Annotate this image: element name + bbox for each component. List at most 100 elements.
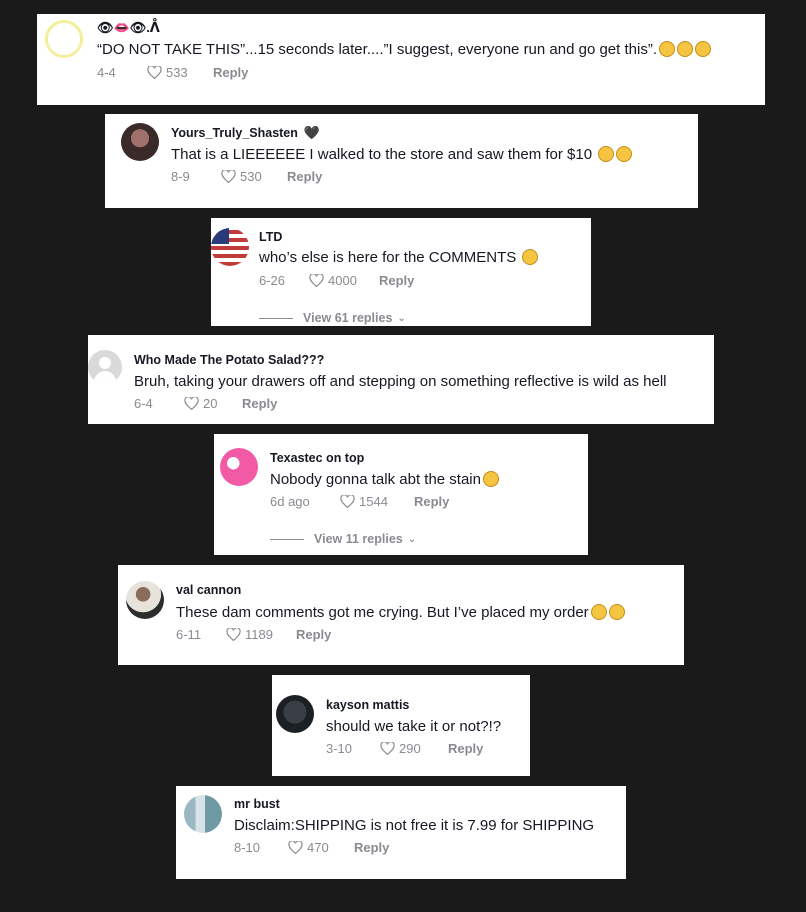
comment-date: 6d ago [270, 494, 310, 509]
like-button[interactable]: 290 [380, 741, 448, 756]
like-count: 1544 [359, 494, 388, 509]
comment-card: mr bust Disclaim:SHIPPING is not free it… [176, 786, 626, 879]
comment-meta: 6-26 4000 Reply [259, 273, 414, 288]
heart-icon [380, 742, 395, 755]
comment-meta: 6-4 20 Reply [134, 396, 277, 411]
comment-meta: 8-10 470 Reply [234, 840, 389, 855]
heart-icon [221, 170, 236, 183]
reply-button[interactable]: Reply [379, 273, 414, 288]
comment-card: LTD who’s else is here for the COMMENTS … [211, 218, 591, 326]
like-count: 4000 [328, 273, 357, 288]
comment-card: kayson mattis should we take it or not?!… [272, 675, 530, 776]
tearful-laughing-emoji-icon [608, 604, 625, 620]
comment-text: That is a LIEEEEEE I walked to the store… [171, 146, 633, 163]
like-count: 533 [166, 65, 188, 80]
laughing-emoji-icon [676, 41, 693, 57]
like-count: 20 [203, 396, 218, 411]
like-button[interactable]: 1189 [226, 627, 296, 642]
comment-meta: 6-11 1189 Reply [176, 627, 331, 642]
user-photo-avatar[interactable] [121, 123, 159, 161]
comment-meta: 4-4 533 Reply [97, 65, 248, 80]
comment-username[interactable]: Texastec on top [270, 451, 364, 465]
like-button[interactable]: 20 [184, 396, 242, 411]
comment-text-content: These dam comments got me crying. But I’… [176, 604, 589, 621]
dark-avatar[interactable] [276, 695, 314, 733]
laughing-emoji-icon [522, 249, 539, 265]
reply-button[interactable]: Reply [448, 741, 483, 756]
like-button[interactable]: 470 [288, 840, 354, 855]
laughing-emoji-icon [694, 41, 711, 57]
reply-button[interactable]: Reply [287, 169, 322, 184]
comment-card: val cannon These dam comments got me cry… [118, 565, 684, 665]
comment-text-content: Nobody gonna talk abt the stain [270, 471, 481, 488]
comment-card: Who Made The Potato Salad??? Bruh, takin… [88, 335, 714, 424]
view-replies-label: View 61 replies [303, 311, 393, 325]
like-count: 1189 [245, 627, 273, 642]
comment-username[interactable]: Who Made The Potato Salad??? [134, 353, 324, 367]
user-photo-avatar[interactable] [184, 795, 222, 833]
reply-button[interactable]: Reply [296, 627, 331, 642]
heart-icon [226, 628, 241, 641]
like-button[interactable]: 530 [221, 169, 287, 184]
view-replies-divider [259, 317, 293, 319]
heart-icon [340, 495, 355, 508]
view-replies-divider [270, 538, 304, 540]
pink-avatar[interactable] [220, 448, 258, 486]
heart-icon [309, 274, 324, 287]
comment-username-text: Yours_Truly_Shasten [171, 126, 298, 140]
comment-username[interactable]: val cannon [176, 583, 241, 597]
comment-date: 6-4 [134, 396, 153, 411]
annoyed-emoji-icon [598, 146, 615, 162]
user-photo-avatar[interactable] [126, 581, 164, 619]
laughing-emoji-icon [658, 41, 675, 57]
comment-username[interactable]: LTD [259, 230, 282, 244]
like-button[interactable]: 4000 [309, 273, 379, 288]
like-button[interactable]: 533 [147, 65, 213, 80]
comment-date: 8-9 [171, 169, 190, 184]
view-replies-label: View 11 replies [314, 532, 403, 546]
default-user-avatar-icon[interactable] [88, 350, 122, 384]
comment-text-content: “DO NOT TAKE THIS”...15 seconds later...… [97, 41, 657, 58]
chevron-down-icon: ⌄ [407, 533, 417, 545]
ring-avatar-icon[interactable] [45, 20, 83, 58]
reply-button[interactable]: Reply [354, 840, 389, 855]
like-count: 530 [240, 169, 262, 184]
avatar-head [99, 357, 111, 369]
comment-text: who’s else is here for the COMMENTS [259, 249, 539, 266]
crying-emoji-icon [482, 471, 499, 487]
comment-text: Disclaim:SHIPPING is not free it is 7.99… [234, 817, 595, 834]
comment-text: These dam comments got me crying. But I’… [176, 604, 625, 621]
comment-text-content: That is a LIEEEEEE I walked to the store… [171, 146, 593, 163]
comment-card: Texastec on top Nobody gonna talk abt th… [214, 434, 588, 555]
heart-icon [184, 397, 199, 410]
comment-text: Nobody gonna talk abt the stain [270, 471, 499, 488]
comment-card: 👁👄👁.ᐰ “DO NOT TAKE THIS”...15 seconds la… [37, 14, 765, 105]
reply-button[interactable]: Reply [242, 396, 277, 411]
comment-username[interactable]: Yours_Truly_Shasten 🖤 [171, 125, 320, 141]
comment-date: 6-26 [259, 273, 286, 288]
comment-date: 4-4 [97, 65, 116, 80]
comment-username[interactable]: kayson mattis [326, 698, 409, 712]
view-replies-button[interactable]: View 61 replies ⌄ [259, 311, 406, 325]
flag-canton [211, 228, 229, 244]
comment-username[interactable]: mr bust [234, 797, 280, 811]
comment-meta: 8-9 530 Reply [171, 169, 322, 184]
like-count: 290 [399, 741, 421, 756]
heart-icon [147, 66, 162, 79]
comment-date: 6-11 [176, 627, 202, 642]
reply-button[interactable]: Reply [414, 494, 449, 509]
flag-avatar[interactable] [211, 228, 249, 266]
like-count: 470 [307, 840, 329, 855]
comment-username[interactable]: 👁👄👁.ᐰ [97, 20, 160, 36]
annoyed-emoji-icon [616, 146, 633, 162]
comment-meta: 3-10 290 Reply [326, 741, 483, 756]
chevron-down-icon: ⌄ [397, 312, 406, 324]
comment-text: Bruh, taking your drawers off and steppi… [134, 373, 667, 390]
reply-button[interactable]: Reply [213, 65, 248, 80]
comment-text-content: who’s else is here for the COMMENTS [259, 249, 517, 266]
like-button[interactable]: 1544 [340, 494, 414, 509]
view-replies-button[interactable]: View 11 replies ⌄ [270, 532, 416, 546]
comment-meta: 6d ago 1544 Reply [270, 494, 449, 509]
comment-date: 3-10 [326, 741, 353, 756]
tearful-laughing-emoji-icon [590, 604, 607, 620]
